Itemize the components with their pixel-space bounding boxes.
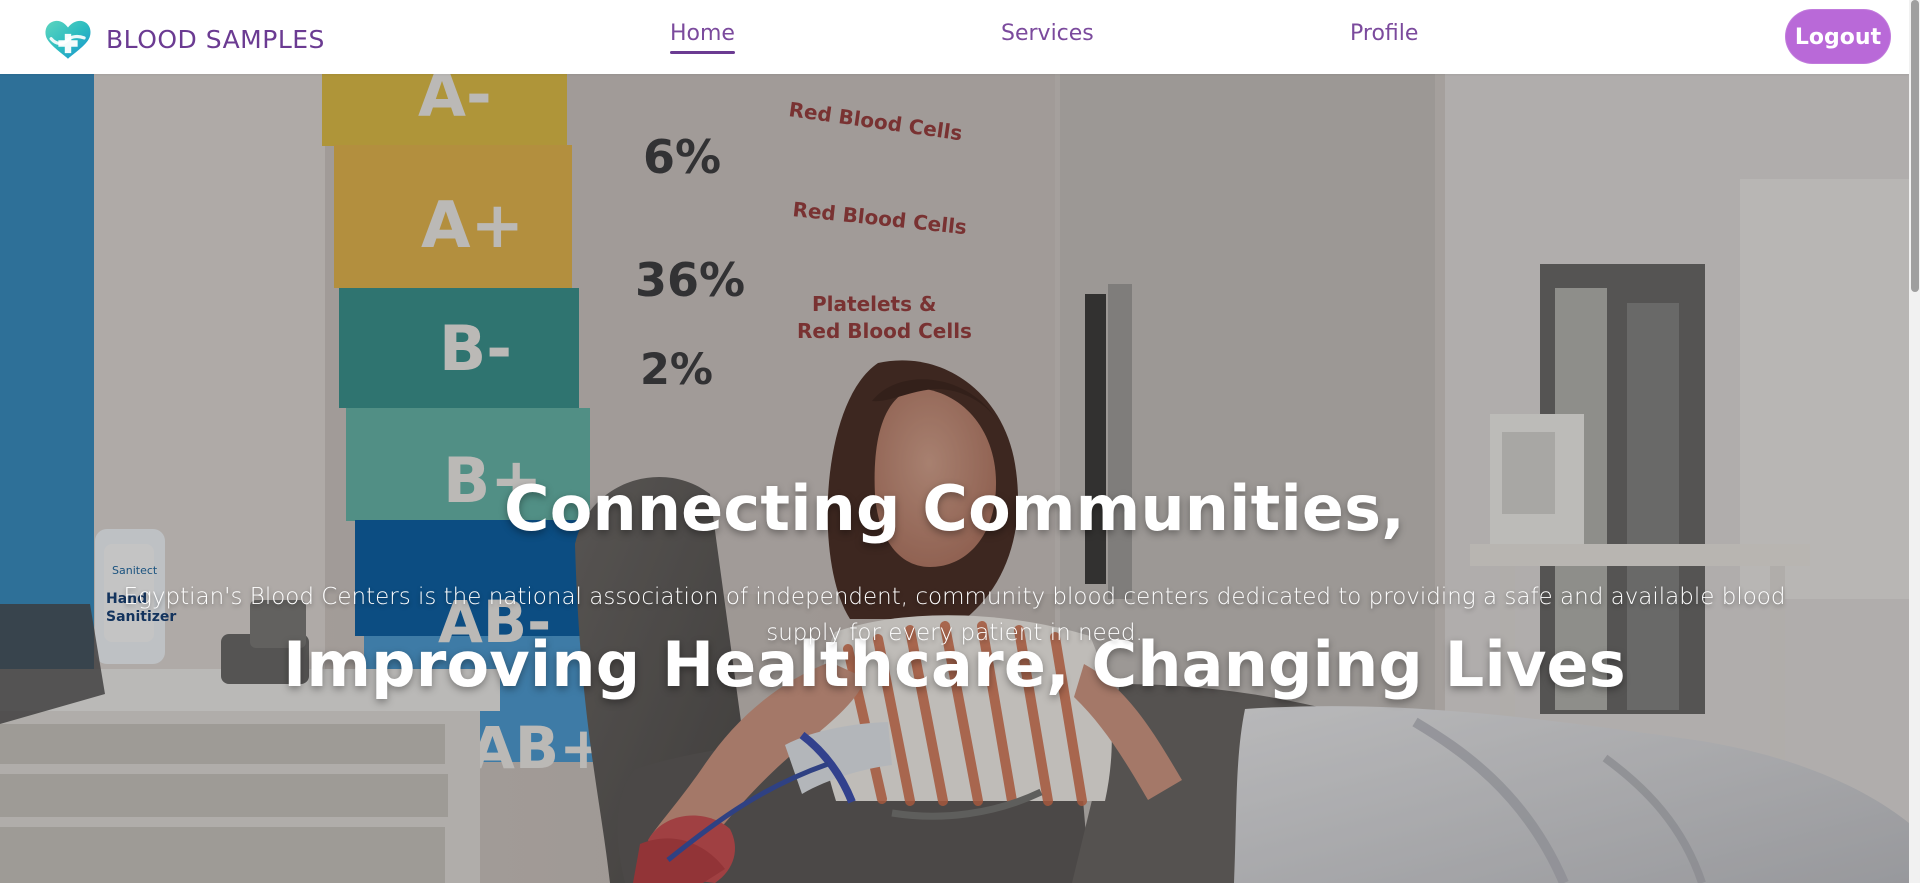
logout-button[interactable]: Logout: [1785, 9, 1891, 64]
nav-profile-link[interactable]: Profile: [1350, 23, 1418, 45]
heart-drop-icon: [45, 20, 91, 59]
brand-name: BLOOD SAMPLES: [106, 24, 325, 54]
hero-section: A- A+ B- B+ AB- AB+ 6% 36% 2% Red Blood …: [0, 74, 1909, 883]
scrollbar-thumb[interactable]: [1911, 0, 1919, 292]
brand[interactable]: BLOOD SAMPLES: [42, 18, 325, 60]
nav-services-link[interactable]: Services: [1001, 23, 1094, 45]
hero-dark-overlay: [0, 74, 1909, 883]
top-navigation-bar: BLOOD SAMPLES Home Services Profile Logo…: [0, 0, 1909, 74]
blood-samples-home-page: BLOOD SAMPLES Home Services Profile Logo…: [0, 0, 1920, 883]
nav-home-link[interactable]: Home: [670, 23, 735, 54]
main-navigation: Home Services Profile: [650, 23, 1430, 59]
